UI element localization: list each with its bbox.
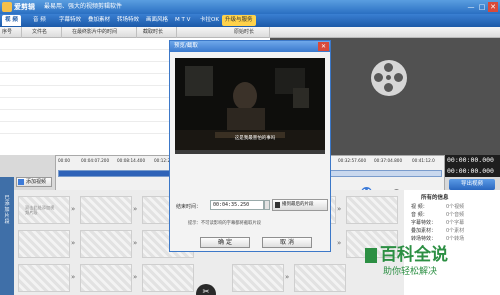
app-logo-icon bbox=[2, 2, 12, 12]
watermark-logo-icon bbox=[365, 248, 377, 263]
chevron-right-icon: » bbox=[71, 205, 76, 213]
info-label: 叠加素材： bbox=[411, 228, 437, 234]
dialog-video-progress[interactable] bbox=[175, 150, 325, 154]
clip-slot[interactable] bbox=[346, 196, 398, 224]
col-filename[interactable]: 文件名 bbox=[22, 27, 62, 38]
info-heading: 所有的信息 bbox=[421, 195, 449, 201]
clip-side-tab-label: 已添加片段 bbox=[4, 195, 10, 225]
end-time-input[interactable]: 00:04:35.250 bbox=[210, 200, 264, 210]
tab-overlay[interactable]: 叠加素材 bbox=[85, 15, 113, 26]
tab-karaoke[interactable]: 卡拉OK bbox=[197, 15, 222, 26]
chevron-right-icon: » bbox=[337, 205, 342, 213]
col-final-time[interactable]: 在最终影片中的时间 bbox=[62, 27, 137, 38]
clip-slot[interactable] bbox=[80, 230, 132, 258]
info-value: 0个素材 bbox=[446, 228, 465, 234]
info-value: 0个视频 bbox=[446, 204, 465, 210]
tab-upgrade[interactable]: 升级与服务 bbox=[222, 15, 256, 26]
export-video-button[interactable]: 导出视频 bbox=[449, 179, 495, 190]
chevron-right-icon: » bbox=[133, 239, 138, 247]
film-reel-icon bbox=[371, 60, 407, 96]
app-name: 爱剪辑 bbox=[14, 3, 35, 11]
file-list-header: 序号 文件名 在最终影片中的时间 截取时长 原始时长 bbox=[0, 27, 500, 38]
tab-video[interactable]: 视 频 bbox=[2, 15, 21, 26]
chevron-right-icon: » bbox=[71, 239, 76, 247]
timeline-tick: 00:08:14.400 bbox=[117, 158, 146, 163]
chevron-right-icon: » bbox=[285, 273, 290, 281]
maximize-button[interactable]: □ bbox=[477, 2, 487, 12]
tab-mtv[interactable]: M T V bbox=[172, 15, 193, 26]
clip-slot[interactable] bbox=[18, 230, 70, 258]
col-original-length[interactable]: 原始时长 bbox=[220, 27, 270, 38]
clip-slot[interactable] bbox=[142, 264, 194, 292]
timeline-tick: 00:00 bbox=[58, 158, 71, 163]
chevron-right-icon: » bbox=[133, 205, 138, 213]
cancel-button[interactable]: 取 消 bbox=[262, 237, 312, 248]
info-value: 0个转场 bbox=[446, 236, 465, 242]
video-subtitle: 这是我最害怕的事吗 bbox=[234, 136, 276, 141]
col-cut-length[interactable]: 截取时长 bbox=[137, 27, 177, 38]
end-time-spinner[interactable] bbox=[264, 200, 270, 210]
chevron-right-icon: » bbox=[71, 273, 76, 281]
col-index[interactable]: 序号 bbox=[0, 27, 22, 38]
clip-slot[interactable] bbox=[80, 264, 132, 292]
total-time: 00:00:00.000 bbox=[447, 167, 494, 175]
clip-slot[interactable] bbox=[18, 264, 70, 292]
clip-slot[interactable] bbox=[294, 264, 346, 292]
seek-icon bbox=[275, 202, 280, 208]
timeline-tick: 00:41:12.0 bbox=[412, 158, 435, 163]
timeline-tick: 00:37:04.800 bbox=[374, 158, 403, 163]
watermark-title: 百科全说 bbox=[380, 245, 448, 265]
clip-side-tab[interactable]: 已添加片段 bbox=[0, 177, 14, 295]
info-label: 视 频： bbox=[411, 204, 428, 210]
ok-button[interactable]: 确 定 bbox=[200, 237, 250, 248]
time-display: 00:00:00.000 00:00:00.000 bbox=[445, 155, 500, 177]
app-tagline: 最易用、强大的视频剪辑软件 bbox=[44, 3, 123, 10]
title-bar: 爱剪辑 最易用、强大的视频剪辑软件 — □ ✕ bbox=[0, 0, 500, 14]
tab-styles[interactable]: 画面风格 bbox=[143, 15, 171, 26]
watermark-subtitle: 助你轻松解决 bbox=[383, 267, 438, 277]
dialog-title: 预览/截取 bbox=[170, 41, 330, 52]
tab-subtitle-effects[interactable]: 字幕特效 bbox=[56, 15, 84, 26]
dialog-hint: 提示：不可读影响的字幕都将截取片段 bbox=[188, 221, 262, 226]
chevron-right-icon: » bbox=[337, 239, 342, 247]
close-button[interactable]: ✕ bbox=[488, 2, 498, 12]
minimize-button[interactable]: — bbox=[466, 2, 476, 12]
tab-audio[interactable]: 音 频 bbox=[30, 15, 49, 26]
tab-transitions[interactable]: 转场特效 bbox=[114, 15, 142, 26]
add-video-icon bbox=[18, 179, 24, 185]
info-value: 0个音频 bbox=[446, 212, 465, 218]
clip-slot[interactable] bbox=[80, 196, 132, 224]
add-clip-hint: 双击此处添加视频片段 bbox=[25, 205, 55, 215]
info-value: 0个字幕 bbox=[446, 220, 465, 226]
end-time-label: 结束时间： bbox=[176, 204, 202, 210]
clip-slot[interactable] bbox=[232, 264, 284, 292]
timeline-tick: 00:04:07.200 bbox=[81, 158, 110, 163]
info-label: 字幕特效： bbox=[411, 220, 437, 226]
timeline-tick: 00:32:57.600 bbox=[338, 158, 367, 163]
current-time: 00:00:00.000 bbox=[447, 156, 494, 164]
seek-last-segment-button[interactable]: 播到最后的片段 bbox=[272, 199, 328, 211]
chevron-right-icon: » bbox=[133, 273, 138, 281]
menu-bar: 视 频 音 频 字幕特效 叠加素材 转场特效 画面风格 M T V 卡拉OK 升… bbox=[0, 14, 500, 27]
info-label: 音 频： bbox=[411, 212, 428, 218]
dialog-close-button[interactable]: ✕ bbox=[318, 42, 329, 51]
